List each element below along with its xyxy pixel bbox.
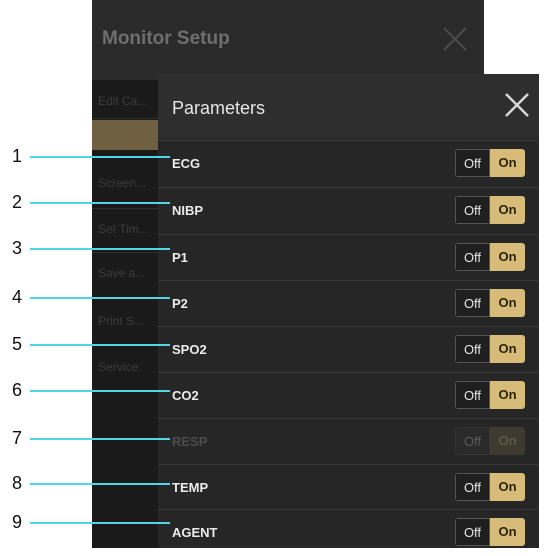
- off-option[interactable]: Off: [455, 243, 490, 271]
- off-option[interactable]: Off: [455, 196, 490, 224]
- menu-item-print[interactable]: Print S...: [98, 306, 158, 336]
- callout-line: [30, 297, 170, 299]
- on-option[interactable]: On: [490, 149, 525, 177]
- divider: [92, 208, 162, 209]
- parameter-label: P2: [172, 296, 188, 311]
- on-option[interactable]: On: [490, 335, 525, 363]
- close-icon[interactable]: [440, 24, 470, 54]
- parameter-row-spo2: SPO2 Off On: [158, 326, 539, 373]
- menu-item-parameters[interactable]: [92, 120, 162, 150]
- close-icon[interactable]: [500, 88, 534, 122]
- parameter-label: P1: [172, 250, 188, 265]
- parameters-panel: Parameters ECG Off On NIBP Off On P1 Off…: [158, 74, 539, 548]
- off-option[interactable]: Off: [455, 149, 490, 177]
- off-option[interactable]: Off: [455, 381, 490, 409]
- parameters-header: Parameters: [158, 74, 539, 138]
- on-option: On: [490, 427, 525, 455]
- callout-line: [30, 483, 170, 485]
- callout-number: 4: [11, 287, 22, 307]
- off-option[interactable]: Off: [455, 518, 490, 546]
- panel-title: Parameters: [172, 98, 266, 118]
- on-option[interactable]: On: [490, 243, 525, 271]
- parameter-label: AGENT: [172, 525, 218, 540]
- menu-item-set-time[interactable]: Set Tim...: [98, 214, 158, 244]
- menu-item-save[interactable]: Save a...: [98, 258, 158, 288]
- parameter-row-p1: P1 Off On: [158, 234, 539, 281]
- off-option[interactable]: Off: [455, 289, 490, 317]
- menu-item-edit[interactable]: Edit Ca...: [98, 86, 158, 116]
- on-option[interactable]: On: [490, 518, 525, 546]
- monitor-setup-title: Monitor Setup: [102, 28, 230, 49]
- on-off-toggle[interactable]: Off On: [455, 243, 525, 271]
- menu-item-screen[interactable]: Screen...: [98, 168, 158, 198]
- on-off-toggle[interactable]: Off On: [455, 335, 525, 363]
- off-option: Off: [455, 427, 490, 455]
- on-off-toggle[interactable]: Off On: [455, 518, 525, 546]
- callout-number: 9: [11, 512, 22, 532]
- callout-line: [30, 248, 170, 250]
- parameter-label: NIBP: [172, 203, 204, 218]
- parameter-label: ECG: [172, 156, 201, 171]
- parameter-row-ecg: ECG Off On: [158, 140, 539, 187]
- parameter-label: RESP: [172, 434, 208, 449]
- callout-line: [30, 344, 170, 346]
- callout-number: 6: [11, 380, 22, 400]
- parameter-row-agent: AGENT Off On: [158, 509, 539, 556]
- on-off-toggle[interactable]: Off On: [455, 381, 525, 409]
- off-option[interactable]: Off: [455, 473, 490, 501]
- parameter-row-co2: CO2 Off On: [158, 372, 539, 419]
- on-off-toggle: Off On: [455, 427, 525, 455]
- on-option[interactable]: On: [490, 473, 525, 501]
- divider: [92, 252, 162, 253]
- callout-line: [30, 522, 170, 524]
- monitor-setup-header: Monitor Setup: [92, 0, 484, 80]
- callout-number: 7: [11, 428, 22, 448]
- menu-item-service[interactable]: Service: [98, 352, 158, 382]
- callout-line: [30, 390, 170, 392]
- callout-number: 1: [11, 146, 22, 166]
- parameter-row-resp: RESP Off On: [158, 418, 539, 465]
- on-off-toggle[interactable]: Off On: [455, 289, 525, 317]
- parameter-row-p2: P2 Off On: [158, 280, 539, 327]
- on-option[interactable]: On: [490, 289, 525, 317]
- on-option[interactable]: On: [490, 196, 525, 224]
- on-option[interactable]: On: [490, 381, 525, 409]
- callout-number: 5: [11, 334, 22, 354]
- parameter-label: CO2: [172, 388, 199, 403]
- callout-line: [30, 156, 170, 158]
- on-off-toggle[interactable]: Off On: [455, 149, 525, 177]
- callout-line: [30, 202, 170, 204]
- callout-number: 8: [11, 473, 22, 493]
- divider: [92, 118, 162, 119]
- on-off-toggle[interactable]: Off On: [455, 473, 525, 501]
- parameter-label: SPO2: [172, 342, 207, 357]
- parameter-row-temp: TEMP Off On: [158, 464, 539, 511]
- parameter-label: TEMP: [172, 480, 209, 495]
- off-option[interactable]: Off: [455, 335, 490, 363]
- on-off-toggle[interactable]: Off On: [455, 196, 525, 224]
- callout-number: 3: [11, 238, 22, 258]
- callout-line: [30, 438, 170, 440]
- callout-number: 2: [11, 192, 22, 212]
- parameter-row-nibp: NIBP Off On: [158, 187, 539, 234]
